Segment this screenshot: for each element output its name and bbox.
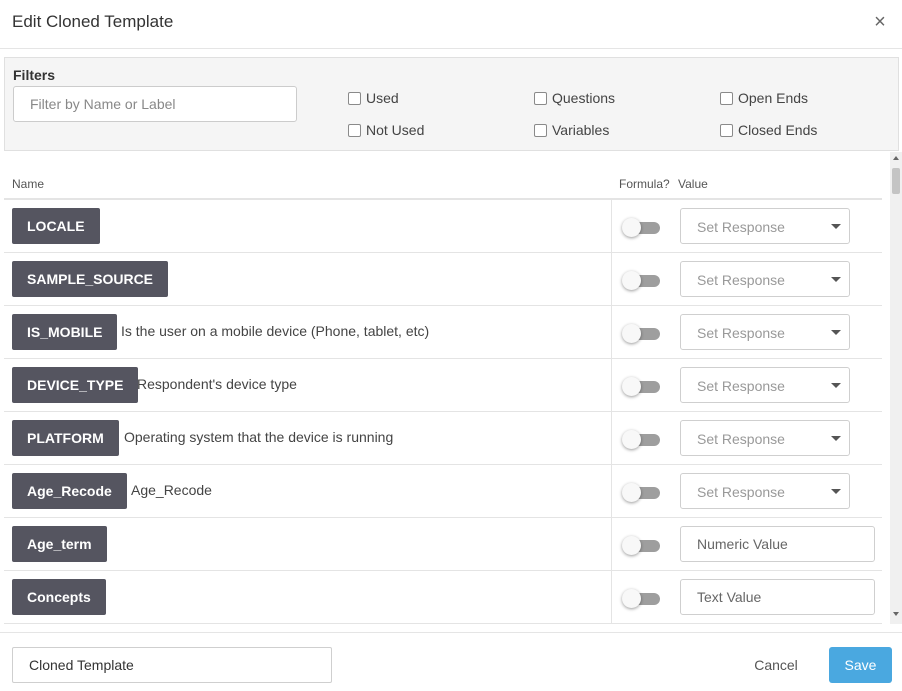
checkbox-label: Closed Ends <box>738 122 818 138</box>
formula-toggle[interactable] <box>622 377 660 396</box>
close-icon[interactable]: × <box>870 12 890 32</box>
checkbox-label: Not Used <box>366 122 425 138</box>
column-header-value: Value <box>678 177 708 191</box>
filter-search-input[interactable] <box>13 86 297 122</box>
scroll-down-arrow-icon[interactable] <box>893 612 899 616</box>
toggle-knob <box>622 324 641 343</box>
checkbox-box[interactable] <box>348 91 361 105</box>
checkbox-box[interactable] <box>534 91 547 105</box>
toggle-knob <box>622 589 641 608</box>
variable-description: Is the user on a mobile device (Phone, t… <box>121 323 430 339</box>
variable-tag[interactable]: Age_term <box>12 526 107 562</box>
table-row: IS_MOBILE Is the user on a mobile device… <box>4 306 882 359</box>
value-select[interactable]: Set Response <box>680 367 850 403</box>
formula-toggle[interactable] <box>622 324 660 343</box>
select-placeholder: Set Response <box>697 378 785 394</box>
variable-tag[interactable]: PLATFORM <box>12 420 119 456</box>
checkbox-questions[interactable]: Questions <box>534 90 615 106</box>
value-select[interactable]: Set Response <box>680 208 850 244</box>
toggle-knob <box>622 430 641 449</box>
scroll-thumb[interactable] <box>892 168 900 194</box>
chevron-down-icon <box>831 277 841 282</box>
variable-tag[interactable]: Concepts <box>12 579 106 615</box>
value-select[interactable]: Set Response <box>680 314 850 350</box>
toggle-knob <box>622 218 641 237</box>
variables-table: Name Formula? Value LOCALE Set Response … <box>4 152 900 624</box>
checkbox-used[interactable]: Used <box>348 90 399 106</box>
chevron-down-icon <box>831 383 841 388</box>
variable-tag[interactable]: DEVICE_TYPE <box>12 367 139 403</box>
variable-tag[interactable]: SAMPLE_SOURCE <box>12 261 169 297</box>
checkbox-box[interactable] <box>348 123 361 137</box>
formula-toggle[interactable] <box>622 218 660 237</box>
variable-description: Operating system that the device is runn… <box>124 429 394 445</box>
variable-tag[interactable]: IS_MOBILE <box>12 314 118 350</box>
select-placeholder: Set Response <box>697 484 785 500</box>
table-row: PLATFORM Operating system that the devic… <box>4 412 882 465</box>
filters-title: Filters <box>13 67 56 83</box>
toggle-knob <box>622 271 641 290</box>
chevron-down-icon <box>831 330 841 335</box>
formula-toggle[interactable] <box>622 271 660 290</box>
checkbox-not-used[interactable]: Not Used <box>348 122 424 138</box>
column-header-name: Name <box>12 177 45 191</box>
table-row: SAMPLE_SOURCE Set Response <box>4 253 882 306</box>
column-header-formula: Formula? <box>619 177 670 191</box>
variable-tag[interactable]: LOCALE <box>12 208 100 244</box>
variable-description: Respondent's device type <box>137 376 297 392</box>
chevron-down-icon <box>831 489 841 494</box>
formula-toggle[interactable] <box>622 483 660 502</box>
variable-tag[interactable]: Age_Recode <box>12 473 127 509</box>
table-row: DEVICE_TYPE Respondent's device type Set… <box>4 359 882 412</box>
select-placeholder: Set Response <box>697 272 785 288</box>
checkbox-label: Used <box>366 90 399 106</box>
text-value-input[interactable] <box>680 579 875 615</box>
table-scrollbar[interactable] <box>890 152 902 624</box>
chevron-down-icon <box>831 224 841 229</box>
checkbox-variables[interactable]: Variables <box>534 122 609 138</box>
save-button[interactable]: Save <box>829 647 892 683</box>
checkbox-box[interactable] <box>534 123 547 137</box>
variable-description: Age_Recode <box>131 482 212 498</box>
formula-toggle[interactable] <box>622 430 660 449</box>
value-select[interactable]: Set Response <box>680 261 850 297</box>
checkbox-open-ends[interactable]: Open Ends <box>720 90 808 106</box>
dialog-footer: Cancel Save <box>0 632 902 691</box>
value-select[interactable]: Set Response <box>680 473 850 509</box>
template-name-input[interactable] <box>12 647 332 683</box>
numeric-value-input[interactable] <box>680 526 875 562</box>
table-row: Age_Recode Age_Recode Set Response <box>4 465 882 518</box>
checkbox-closed-ends[interactable]: Closed Ends <box>720 122 817 138</box>
dialog-title: Edit Cloned Template <box>12 12 174 31</box>
toggle-knob <box>622 483 641 502</box>
checkbox-label: Variables <box>552 122 610 138</box>
table-row: Concepts <box>4 571 882 624</box>
select-placeholder: Set Response <box>697 325 785 341</box>
table-row: Age_term <box>4 518 882 571</box>
select-placeholder: Set Response <box>697 431 785 447</box>
dialog-header: Edit Cloned Template × <box>0 0 902 49</box>
scroll-up-arrow-icon[interactable] <box>893 156 899 160</box>
cancel-button[interactable]: Cancel <box>742 647 810 683</box>
checkbox-box[interactable] <box>720 91 733 105</box>
toggle-knob <box>622 377 641 396</box>
formula-toggle[interactable] <box>622 589 660 608</box>
toggle-knob <box>622 536 641 555</box>
edit-template-dialog: Edit Cloned Template × Filters Used Not … <box>0 0 902 691</box>
checkbox-box[interactable] <box>720 123 733 137</box>
checkbox-label: Questions <box>552 90 616 106</box>
checkbox-label: Open Ends <box>738 90 809 106</box>
formula-toggle[interactable] <box>622 536 660 555</box>
chevron-down-icon <box>831 436 841 441</box>
filters-panel: Filters Used Not Used Questions Variable… <box>4 57 899 151</box>
select-placeholder: Set Response <box>697 219 785 235</box>
table-row: LOCALE Set Response <box>4 200 882 253</box>
value-select[interactable]: Set Response <box>680 420 850 456</box>
